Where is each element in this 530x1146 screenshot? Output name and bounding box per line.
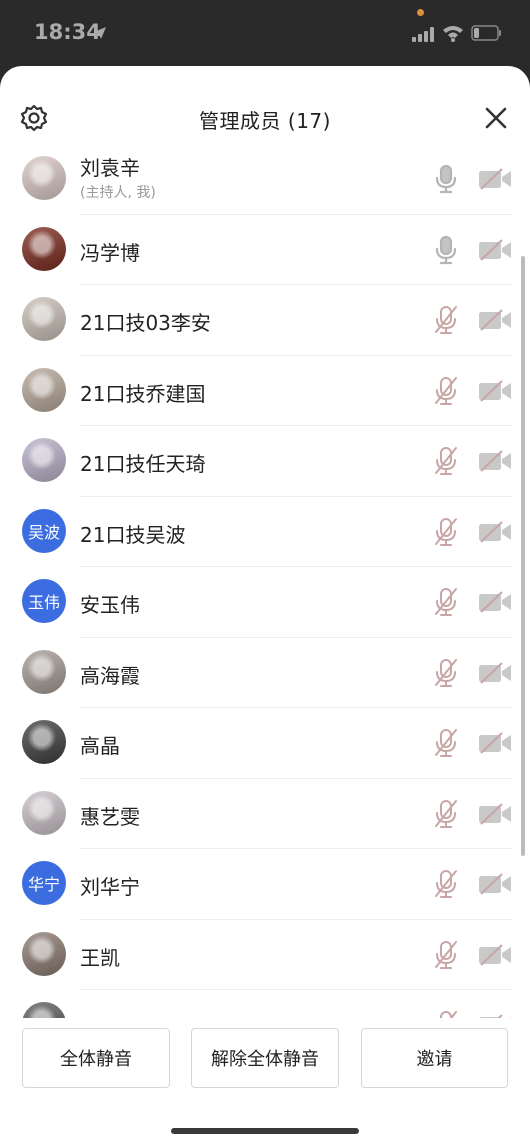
- avatar: [22, 297, 66, 341]
- member-name: 高晶: [80, 734, 120, 758]
- member-name: 21口技03李安: [80, 311, 211, 335]
- member-name: 21口技乔建国: [80, 381, 206, 406]
- microphone-muted-icon[interactable]: [432, 587, 460, 617]
- member-name: 高海霞: [80, 663, 140, 688]
- camera-off-icon[interactable]: [478, 168, 512, 190]
- scrollbar[interactable]: [521, 256, 525, 856]
- footer-actions: 全体静音 解除全体静音 邀请: [0, 1018, 530, 1146]
- member-row[interactable]: 高晶: [0, 708, 530, 779]
- member-name: 王凯: [80, 945, 120, 970]
- battery-icon: [471, 25, 501, 41]
- microphone-icon[interactable]: [432, 235, 460, 265]
- member-row[interactable]: 21口技03李安: [0, 285, 530, 356]
- manage-members-sheet: 管理成员 (17) 刘袁辛 (主持人, 我) 冯学博 21口技03李安 21口技乔建国 2…: [0, 66, 530, 1146]
- member-name: 21口技吴波: [80, 522, 186, 547]
- microphone-muted-icon[interactable]: [432, 658, 460, 688]
- member-name: 刘袁辛: [80, 156, 140, 180]
- camera-off-icon[interactable]: [478, 802, 512, 825]
- microphone-muted-icon[interactable]: [432, 799, 460, 829]
- wifi-icon: [443, 26, 463, 42]
- camera-indicator-icon: [417, 9, 424, 16]
- location-arrow-icon: [94, 27, 106, 39]
- member-row[interactable]: 高海霞: [0, 638, 530, 708]
- camera-off-icon[interactable]: [478, 943, 512, 966]
- avatar: [22, 790, 66, 835]
- status-time: 18:34: [34, 20, 101, 44]
- member-row[interactable]: 华宁 刘华宁: [0, 849, 530, 920]
- microphone-muted-icon[interactable]: [432, 869, 460, 899]
- avatar: [22, 649, 66, 694]
- microphone-muted-icon[interactable]: [432, 728, 460, 758]
- microphone-muted-icon[interactable]: [432, 305, 460, 335]
- microphone-icon[interactable]: [432, 164, 460, 194]
- member-row[interactable]: 吴波 21口技吴波: [0, 497, 530, 567]
- camera-off-icon[interactable]: [478, 732, 512, 754]
- member-role: (主持人, 我): [80, 185, 156, 201]
- member-list[interactable]: 刘袁辛 (主持人, 我) 冯学博 21口技03李安 21口技乔建国 21口技任天琦吴波 21…: [0, 144, 530, 1018]
- avatar: [22, 438, 66, 482]
- camera-off-icon[interactable]: [478, 591, 512, 613]
- avatar: 华宁: [22, 861, 66, 905]
- avatar: [22, 931, 66, 976]
- cellular-signal-icon: [412, 27, 434, 42]
- avatar: 玉伟: [22, 579, 66, 623]
- avatar: [22, 226, 66, 271]
- close-icon[interactable]: [484, 106, 508, 130]
- camera-off-icon[interactable]: [478, 238, 512, 261]
- avatar: [22, 720, 66, 764]
- avatar: [22, 1002, 66, 1018]
- invite-button[interactable]: 邀请: [361, 1028, 508, 1088]
- member-row[interactable]: 21口技乔建国: [0, 356, 530, 426]
- member-row[interactable]: 王凯: [0, 920, 530, 990]
- home-indicator: [171, 1128, 359, 1134]
- member-row[interactable]: 玉伟 安玉伟: [0, 567, 530, 638]
- unmute-all-button[interactable]: 解除全体静音: [191, 1028, 339, 1088]
- microphone-muted-icon[interactable]: [432, 376, 460, 406]
- member-row[interactable]: 21口技任天琦: [0, 426, 530, 497]
- member-row[interactable]: 惠艺雯: [0, 779, 530, 849]
- member-name: 21口技任天琦: [80, 452, 206, 476]
- page-title: 管理成员 (17): [199, 109, 331, 133]
- camera-off-icon[interactable]: [478, 379, 512, 402]
- camera-off-icon[interactable]: [478, 309, 512, 331]
- microphone-muted-icon[interactable]: [432, 940, 460, 970]
- microphone-muted-icon[interactable]: [432, 517, 460, 547]
- microphone-muted-icon[interactable]: [432, 446, 460, 476]
- member-name: 刘华宁: [80, 875, 140, 899]
- mute-all-button[interactable]: 全体静音: [22, 1028, 170, 1088]
- camera-off-icon[interactable]: [478, 450, 512, 472]
- camera-off-icon[interactable]: [478, 661, 512, 684]
- member-name: 冯学博: [80, 240, 140, 265]
- member-row[interactable]: 王乘: [0, 990, 530, 1018]
- microphone-muted-icon[interactable]: [432, 1010, 460, 1018]
- avatar: [22, 156, 66, 200]
- member-row[interactable]: 刘袁辛 (主持人, 我): [0, 144, 530, 215]
- member-name: 安玉伟: [80, 593, 140, 617]
- camera-off-icon[interactable]: [478, 520, 512, 543]
- sheet-header: 管理成员 (17): [0, 66, 530, 144]
- member-name: 惠艺雯: [80, 804, 140, 829]
- status-bar: 18:34: [0, 0, 530, 66]
- camera-off-icon[interactable]: [478, 873, 512, 895]
- avatar: 吴波: [22, 508, 66, 553]
- avatar: [22, 367, 66, 412]
- member-row[interactable]: 冯学博: [0, 215, 530, 285]
